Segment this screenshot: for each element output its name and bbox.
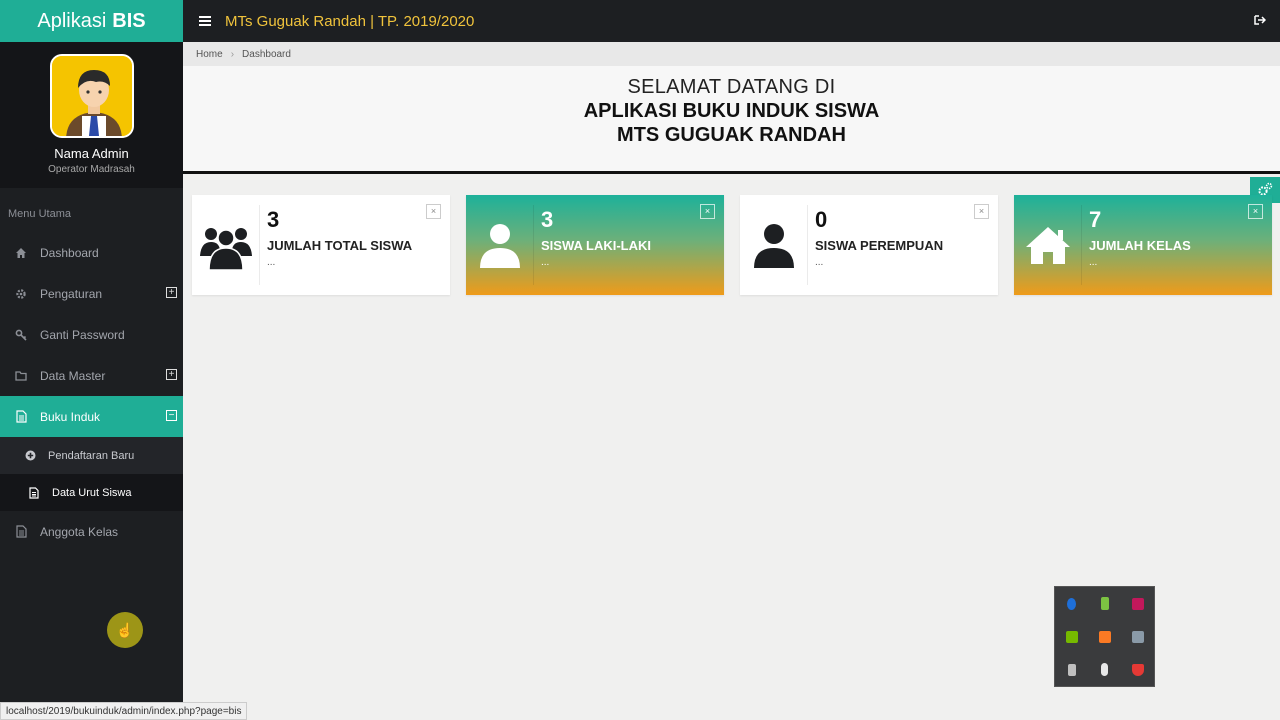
card-label: JUMLAH KELAS bbox=[1089, 238, 1191, 253]
close-icon[interactable]: × bbox=[974, 204, 989, 219]
menu-toggle-icon[interactable] bbox=[199, 16, 211, 26]
sidebar-item-ganti-password[interactable]: Ganti Password bbox=[0, 314, 183, 355]
avatar bbox=[49, 54, 134, 138]
stat-card-siswa-laki-laki: 3 SISWA LAKI-LAKI ... × bbox=[466, 195, 724, 295]
document-icon bbox=[28, 486, 40, 499]
stat-card-jumlah-kelas: 7 JUMLAH KELAS ... × bbox=[1014, 195, 1272, 295]
hand-cursor-icon: ☝ bbox=[107, 612, 143, 648]
card-value: 0 bbox=[815, 207, 828, 232]
sidebar-item-dashboard[interactable]: Dashboard bbox=[0, 232, 183, 273]
breadcrumb-current: Dashboard bbox=[242, 48, 291, 60]
breadcrumb-separator: › bbox=[230, 48, 235, 60]
welcome-line-2: APLIKASI BUKU INDUK SISWA bbox=[583, 100, 880, 122]
sidebar-item-label: Pengaturan bbox=[40, 286, 103, 301]
brand[interactable]: Aplikasi BIS bbox=[0, 0, 183, 42]
house-icon bbox=[1014, 195, 1082, 295]
bluetooth-icon[interactable] bbox=[1067, 597, 1076, 610]
user-icon bbox=[740, 195, 808, 295]
document-icon bbox=[14, 525, 28, 539]
sidebar-item-pengaturan[interactable]: Pengaturan + bbox=[0, 273, 183, 314]
card-more[interactable]: ... bbox=[267, 257, 275, 268]
profile-name: Nama Admin bbox=[54, 146, 129, 161]
battery-icon[interactable] bbox=[1100, 597, 1109, 610]
sidebar-item-label: Data Master bbox=[40, 368, 106, 383]
plus-circle-icon bbox=[24, 450, 36, 462]
submenu-buku-induk: Pendaftaran Baru Data Urut Siswa bbox=[0, 437, 183, 511]
close-icon[interactable]: × bbox=[426, 204, 441, 219]
logout-icon[interactable] bbox=[1254, 14, 1266, 26]
card-value: 7 bbox=[1089, 207, 1102, 232]
menu-header: Menu Utama bbox=[8, 208, 71, 220]
card-divider bbox=[259, 205, 260, 285]
card-divider bbox=[533, 205, 534, 285]
breadcrumb: Home › Dashboard bbox=[183, 42, 1280, 66]
card-more[interactable]: ... bbox=[815, 257, 823, 268]
card-label: SISWA PEREMPUAN bbox=[815, 238, 944, 253]
app-tray-icon[interactable] bbox=[1131, 597, 1144, 610]
card-divider bbox=[807, 205, 808, 285]
submenu-item-pendaftaran-baru[interactable]: Pendaftaran Baru bbox=[0, 437, 183, 474]
sidebar-item-label: Anggota Kelas bbox=[40, 524, 119, 539]
submenu-item-label: Data Urut Siswa bbox=[52, 486, 132, 499]
stat-card-total-siswa: 3 JUMLAH TOTAL SISWA ... × bbox=[192, 195, 450, 295]
welcome-banner: SELAMAT DATANG DI APLIKASI BUKU INDUK SI… bbox=[183, 66, 1280, 174]
system-tray-popup bbox=[1054, 586, 1155, 687]
display-icon[interactable] bbox=[1131, 630, 1144, 643]
page-title: MTs Guguak Randah | TP. 2019/2020 bbox=[225, 12, 475, 30]
sidebar-item-label: Buku Induk bbox=[40, 409, 101, 424]
key-icon bbox=[14, 328, 28, 342]
brand-bold: BIS bbox=[112, 9, 146, 32]
sidebar: Aplikasi BIS Nama Admin Operator Madrasa… bbox=[0, 0, 183, 720]
submenu-item-data-urut-siswa[interactable]: Data Urut Siswa bbox=[0, 474, 183, 511]
profile-role: Operator Madrasah bbox=[48, 164, 135, 175]
collapse-icon[interactable]: − bbox=[166, 410, 177, 421]
stat-card-siswa-perempuan: 0 SISWA PEREMPUAN ... × bbox=[740, 195, 998, 295]
user-icon bbox=[466, 195, 534, 295]
sidebar-item-buku-induk[interactable]: Buku Induk − bbox=[0, 396, 183, 437]
sidebar-item-label: Ganti Password bbox=[40, 327, 125, 342]
submenu-item-label: Pendaftaran Baru bbox=[48, 449, 135, 462]
card-label: SISWA LAKI-LAKI bbox=[541, 238, 652, 253]
breadcrumb-home[interactable]: Home bbox=[196, 49, 223, 60]
nvidia-icon[interactable] bbox=[1065, 630, 1078, 643]
close-icon[interactable]: × bbox=[700, 204, 715, 219]
folder-icon bbox=[14, 369, 28, 383]
xampp-icon[interactable] bbox=[1098, 630, 1111, 643]
card-value: 3 bbox=[541, 207, 554, 232]
welcome-line-3: MTS GUGUAK RANDAH bbox=[617, 124, 846, 146]
card-divider bbox=[1081, 205, 1082, 285]
card-more[interactable]: ... bbox=[541, 257, 549, 268]
document-icon bbox=[14, 410, 28, 424]
card-label: JUMLAH TOTAL SISWA bbox=[267, 238, 413, 253]
top-navbar: MTs Guguak Randah | TP. 2019/2020 bbox=[183, 0, 1280, 42]
status-url: localhost/2019/bukuinduk/admin/index.php… bbox=[0, 702, 248, 720]
card-value: 3 bbox=[267, 207, 280, 232]
sidebar-item-data-master[interactable]: Data Master + bbox=[0, 355, 183, 396]
users-icon bbox=[192, 195, 260, 295]
close-icon[interactable]: × bbox=[1248, 204, 1263, 219]
security-icon[interactable] bbox=[1131, 663, 1144, 676]
card-more[interactable]: ... bbox=[1089, 257, 1097, 268]
usb-icon[interactable] bbox=[1067, 663, 1076, 676]
brand-prefix: Aplikasi bbox=[37, 9, 107, 32]
sidebar-item-anggota-kelas[interactable]: Anggota Kelas bbox=[0, 511, 183, 552]
profile-panel: Nama Admin Operator Madrasah bbox=[0, 42, 183, 188]
expand-icon[interactable]: + bbox=[166, 369, 177, 380]
gear-icon bbox=[14, 287, 28, 301]
microphone-icon[interactable] bbox=[1101, 663, 1108, 676]
expand-icon[interactable]: + bbox=[166, 287, 177, 298]
home-icon bbox=[14, 246, 28, 260]
welcome-line-1: SELAMAT DATANG DI bbox=[627, 76, 836, 98]
sidebar-item-label: Dashboard bbox=[40, 245, 99, 260]
